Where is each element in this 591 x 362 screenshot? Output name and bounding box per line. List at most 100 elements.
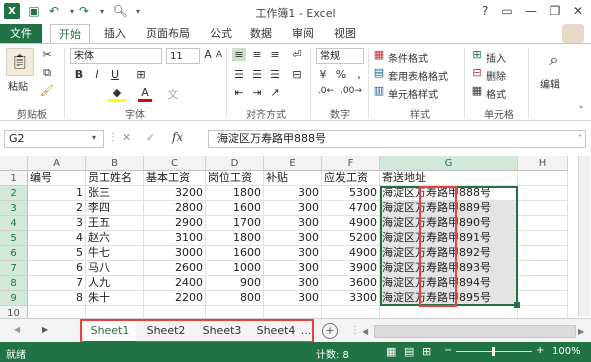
number-format-select[interactable]: 常规 [316, 48, 364, 64]
format-cells-icon[interactable]: ▦ [470, 84, 484, 97]
page-break-view-icon[interactable]: ⊞ [422, 345, 431, 358]
cell-c[interactable]: 3200 [144, 186, 206, 201]
cell-b[interactable]: 员工姓名 [86, 171, 144, 186]
insert-button[interactable]: 插入 [486, 50, 506, 65]
sheet-tab-sheet1[interactable]: Sheet1 [84, 321, 136, 343]
align-center-icon[interactable]: ☰ [250, 68, 264, 81]
cell-e[interactable]: 300 [264, 201, 322, 216]
row-header[interactable]: 9 [0, 291, 28, 306]
currency-icon[interactable]: ¥ [316, 68, 330, 81]
cell-h[interactable] [518, 216, 568, 231]
cell-a[interactable]: 2 [28, 201, 86, 216]
cell-d[interactable]: 1800 [206, 186, 264, 201]
cell-d[interactable]: 1000 [206, 261, 264, 276]
cell-b[interactable]: 朱十 [86, 291, 144, 306]
name-box-dropdown-icon[interactable]: ▾ [92, 133, 96, 142]
increase-decimal-icon[interactable]: .0← [316, 86, 336, 96]
cell-f[interactable]: 3300 [322, 291, 380, 306]
font-color-button[interactable]: A [138, 86, 152, 102]
grow-font-icon[interactable]: A [202, 48, 214, 61]
cell-c[interactable]: 2600 [144, 261, 206, 276]
select-all-corner[interactable] [0, 156, 28, 171]
cell-e[interactable]: 300 [264, 261, 322, 276]
sheet-tab-sheet3[interactable]: Sheet3 [196, 321, 248, 341]
vertical-scrollbar[interactable] [578, 156, 590, 316]
cell-e[interactable]: 300 [264, 186, 322, 201]
name-box[interactable]: G2 [4, 130, 104, 148]
align-left-icon[interactable]: ☰ [232, 68, 246, 81]
cell-d[interactable]: 800 [206, 291, 264, 306]
align-top-icon[interactable]: ≡ [232, 48, 246, 61]
hscroll-left-icon[interactable]: ◀ [362, 327, 368, 336]
cell-h[interactable] [518, 246, 568, 261]
underline-button[interactable]: U [108, 68, 122, 81]
delete-cells-icon[interactable]: ⊟ [470, 66, 484, 79]
paste-button[interactable]: 粘贴 [8, 78, 28, 93]
column-header-h[interactable]: H [518, 156, 568, 171]
format-as-table-button[interactable]: 套用表格格式 [388, 68, 448, 83]
horizontal-scrollbar[interactable] [374, 325, 576, 338]
fill-handle[interactable] [514, 302, 520, 308]
row-header[interactable]: 1 [0, 171, 28, 186]
zoom-level[interactable]: 100% [552, 346, 581, 357]
cell-b[interactable]: 李四 [86, 201, 144, 216]
cell-a[interactable]: 8 [28, 291, 86, 306]
cell-g[interactable]: 海淀区万寿路甲889号 [380, 201, 518, 216]
tab-view[interactable]: 视图 [330, 24, 360, 43]
column-header-b[interactable]: B [86, 156, 144, 171]
cell-d[interactable]: 1700 [206, 216, 264, 231]
cell-f[interactable]: 5300 [322, 186, 380, 201]
column-header-g[interactable]: G [380, 156, 518, 171]
cell-c[interactable]: 3000 [144, 246, 206, 261]
expand-formula-icon[interactable]: ˅ [578, 134, 582, 143]
cell-b[interactable]: 马八 [86, 261, 144, 276]
cell-h[interactable] [518, 201, 568, 216]
shrink-font-icon[interactable]: A [214, 50, 224, 60]
cell-b[interactable]: 张三 [86, 186, 144, 201]
sheet-tab-sheet4[interactable]: Sheet4 [252, 321, 300, 341]
cancel-entry-button[interactable]: ✕ [122, 131, 131, 144]
fill-color-icon[interactable]: ◆ [108, 86, 126, 102]
font-size-select[interactable]: 11 [166, 48, 200, 64]
cell-c[interactable]: 2900 [144, 216, 206, 231]
cell-d[interactable]: 900 [206, 276, 264, 291]
row-header[interactable]: 6 [0, 246, 28, 261]
orientation-icon[interactable]: ↗ [268, 86, 282, 99]
percent-icon[interactable]: % [334, 68, 348, 81]
zoom-slider-thumb[interactable] [492, 347, 495, 356]
cell-e[interactable]: 300 [264, 291, 322, 306]
merge-cells-icon[interactable]: ⊟ [290, 68, 304, 81]
cell-b[interactable]: 人九 [86, 276, 144, 291]
row-header[interactable]: 3 [0, 201, 28, 216]
editing-button[interactable]: 编辑 [540, 76, 560, 91]
zoom-in-icon[interactable]: + [536, 345, 544, 356]
format-painter-icon[interactable]: 🖌︎ [40, 84, 54, 97]
new-sheet-icon[interactable]: + [322, 323, 338, 339]
cell-c[interactable]: 2200 [144, 291, 206, 306]
cell-h[interactable] [518, 261, 568, 276]
cell-f[interactable]: 5200 [322, 231, 380, 246]
cell-e[interactable]: 300 [264, 231, 322, 246]
cell-f[interactable]: 应发工资 [322, 171, 380, 186]
font-name-select[interactable]: 宋体 [70, 48, 162, 64]
find-binoculars-icon[interactable]: ⌕ [544, 50, 564, 70]
help-button[interactable]: ? [474, 2, 496, 20]
column-header-d[interactable]: D [206, 156, 264, 171]
minimize-button[interactable]: — [520, 2, 542, 20]
cell-a[interactable]: 编号 [28, 171, 86, 186]
phonetic-icon[interactable]: 文 [166, 86, 180, 102]
cell-d[interactable]: 岗位工资 [206, 171, 264, 186]
format-button[interactable]: 格式 [486, 86, 506, 101]
scroll-left-icon[interactable]: ◀ [14, 325, 20, 334]
cell-c[interactable]: 2400 [144, 276, 206, 291]
restore-button[interactable]: ❐ [544, 2, 566, 20]
close-button[interactable]: ✕ [567, 2, 589, 20]
cell-f[interactable]: 3900 [322, 261, 380, 276]
cell-g[interactable]: 海淀区万寿路甲891号 [380, 231, 518, 246]
ribbon-display-icon[interactable]: ▭ [496, 2, 518, 20]
cell-f[interactable]: 3600 [322, 276, 380, 291]
user-avatar[interactable] [562, 24, 584, 43]
cell-h[interactable] [518, 186, 568, 201]
cell-d[interactable]: 1600 [206, 201, 264, 216]
cell-f[interactable]: 4900 [322, 216, 380, 231]
